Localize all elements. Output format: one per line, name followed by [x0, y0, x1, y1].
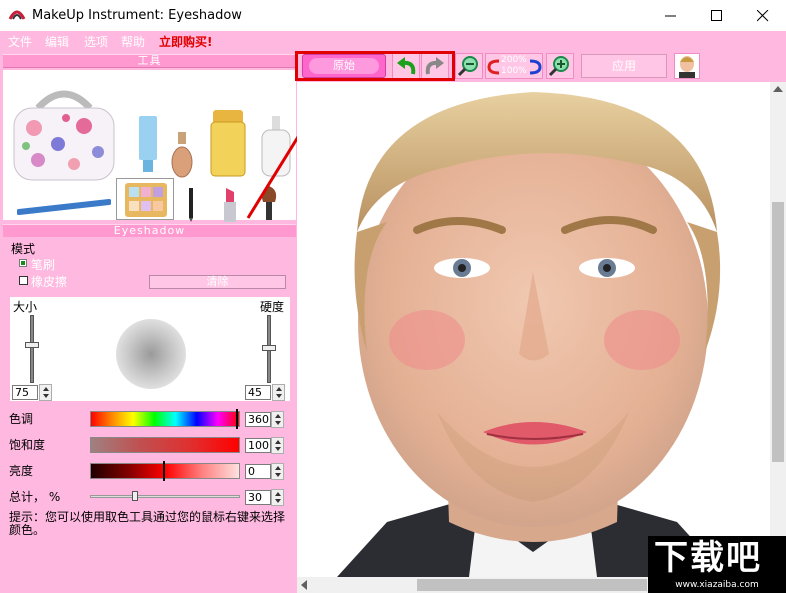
- eyeshadow-palette-icon: [125, 183, 167, 217]
- eraser-label: 橡皮擦: [31, 275, 68, 289]
- brush-size-box: 大小 硬度 75 45: [10, 297, 290, 401]
- total-label: 总计， %: [9, 490, 61, 504]
- brightness-spinner-icon[interactable]: [271, 463, 284, 480]
- watermark: 下载吧 www.xiazaiba.com: [648, 536, 786, 593]
- highlight-box: [295, 51, 455, 81]
- size-spinner-icon[interactable]: [39, 384, 52, 401]
- scroll-up-icon[interactable]: [773, 86, 783, 92]
- left-panel: 工具 Eyeshadow 模式 笔刷 橡皮擦 清除 大小 硬度 75 45 色调…: [0, 50, 330, 593]
- foundation-bottle-icon[interactable]: [171, 132, 193, 178]
- eyeliner-icon[interactable]: [186, 188, 196, 222]
- menu-help[interactable]: 帮助: [121, 33, 145, 50]
- tools-header: 工具: [3, 54, 296, 68]
- brightness-value[interactable]: 0: [245, 464, 271, 479]
- watermark-main: 下载吧: [654, 538, 762, 578]
- eyeshadow-header: Eyeshadow: [3, 224, 296, 238]
- zoom-in-button[interactable]: [546, 53, 574, 79]
- image-canvas[interactable]: [297, 82, 770, 577]
- total-slider-thumb[interactable]: [132, 491, 138, 501]
- app-window: MakeUp Instrument: Eyeshadow 文件 编辑 选项 帮助…: [0, 0, 786, 593]
- minimize-icon: [665, 15, 676, 17]
- apply-button[interactable]: 应用: [581, 54, 667, 78]
- saturation-value[interactable]: 100: [245, 438, 271, 453]
- vertical-scroll-thumb[interactable]: [772, 202, 784, 462]
- brush-radio[interactable]: [19, 259, 27, 267]
- eraser-checkbox[interactable]: [19, 276, 28, 285]
- size-slider-thumb[interactable]: [25, 342, 39, 348]
- total-slider-track[interactable]: [90, 495, 240, 498]
- hue-value[interactable]: 360: [245, 412, 271, 427]
- scroll-left-icon[interactable]: [301, 580, 307, 590]
- zoom-out-icon: [457, 56, 478, 77]
- brush-preview: [116, 319, 186, 389]
- menu-edit[interactable]: 编辑: [45, 33, 69, 50]
- hint-text: 提示：您可以使用取色工具通过您的鼠标右键来选择颜色。: [9, 510, 286, 537]
- watermark-url: www.xiazaiba.com: [675, 580, 759, 590]
- menu-options[interactable]: 选项: [84, 33, 108, 50]
- hue-marker[interactable]: [236, 409, 238, 429]
- cosmetic-bag-icon[interactable]: [8, 86, 120, 186]
- hue-label: 色调: [9, 412, 34, 426]
- vertical-scrollbar[interactable]: [770, 82, 786, 577]
- hue-bar[interactable]: [90, 411, 240, 427]
- maximize-icon: [711, 10, 722, 21]
- app-logo-icon: [8, 10, 26, 20]
- hardness-spinner-icon[interactable]: [272, 384, 285, 401]
- zoom-100-label: 100%: [501, 66, 527, 76]
- menu-file[interactable]: 文件: [8, 33, 32, 50]
- horizontal-scroll-thumb[interactable]: [417, 579, 647, 591]
- zoom-rotate-left-icon: [487, 59, 500, 75]
- brush-label: 笔刷: [31, 258, 56, 272]
- hue-spinner-icon[interactable]: [271, 411, 284, 428]
- hardness-value[interactable]: 45: [245, 385, 271, 400]
- saturation-label: 饱和度: [9, 438, 46, 452]
- eyeshadow-tool-selected[interactable]: [116, 178, 174, 220]
- concealer-tube-icon[interactable]: [137, 116, 159, 174]
- size-label: 大小: [13, 300, 38, 314]
- brightness-bar[interactable]: [90, 463, 240, 479]
- hardness-label: 硬度: [260, 300, 285, 314]
- total-spinner-icon[interactable]: [271, 489, 284, 506]
- eyeshadow-panel: 模式 笔刷 橡皮擦 清除 大小 硬度 75 45 色调 360 饱和度 100 …: [3, 237, 296, 593]
- hardness-slider-thumb[interactable]: [262, 345, 276, 351]
- saturation-spinner-icon[interactable]: [271, 437, 284, 454]
- comb-icon[interactable]: [17, 198, 111, 216]
- zoom-toggle-button[interactable]: 200% 100%: [485, 53, 543, 79]
- zoom-rotate-right-icon: [529, 59, 542, 75]
- window-title: MakeUp Instrument: Eyeshadow: [32, 8, 242, 23]
- minimize-button[interactable]: [648, 0, 694, 31]
- brightness-marker[interactable]: [163, 461, 165, 481]
- face-photo[interactable]: [297, 82, 770, 577]
- title-bar: MakeUp Instrument: Eyeshadow: [0, 0, 786, 31]
- radio-dot: [21, 261, 25, 265]
- brightness-label: 亮度: [9, 464, 34, 478]
- maximize-button[interactable]: [694, 0, 740, 31]
- size-slider-track[interactable]: [30, 315, 34, 383]
- saturation-bar[interactable]: [90, 437, 240, 453]
- zoom-200-label: 200%: [501, 55, 527, 65]
- size-value[interactable]: 75: [12, 385, 38, 400]
- close-button[interactable]: [740, 0, 786, 31]
- menu-bar: 文件 编辑 选项 帮助 立即购买!: [0, 31, 786, 50]
- close-icon: [757, 10, 769, 22]
- mode-label: 模式: [11, 242, 36, 256]
- clear-button[interactable]: 清除: [149, 275, 286, 289]
- zoom-out-button[interactable]: [455, 53, 483, 79]
- lipstick-icon[interactable]: [222, 188, 238, 224]
- model-avatar-button[interactable]: [674, 53, 700, 79]
- zoom-in-icon: [548, 56, 569, 77]
- menu-buy[interactable]: 立即购买!: [159, 33, 212, 50]
- face-avatar-icon: [679, 56, 695, 78]
- total-value[interactable]: 30: [245, 490, 271, 505]
